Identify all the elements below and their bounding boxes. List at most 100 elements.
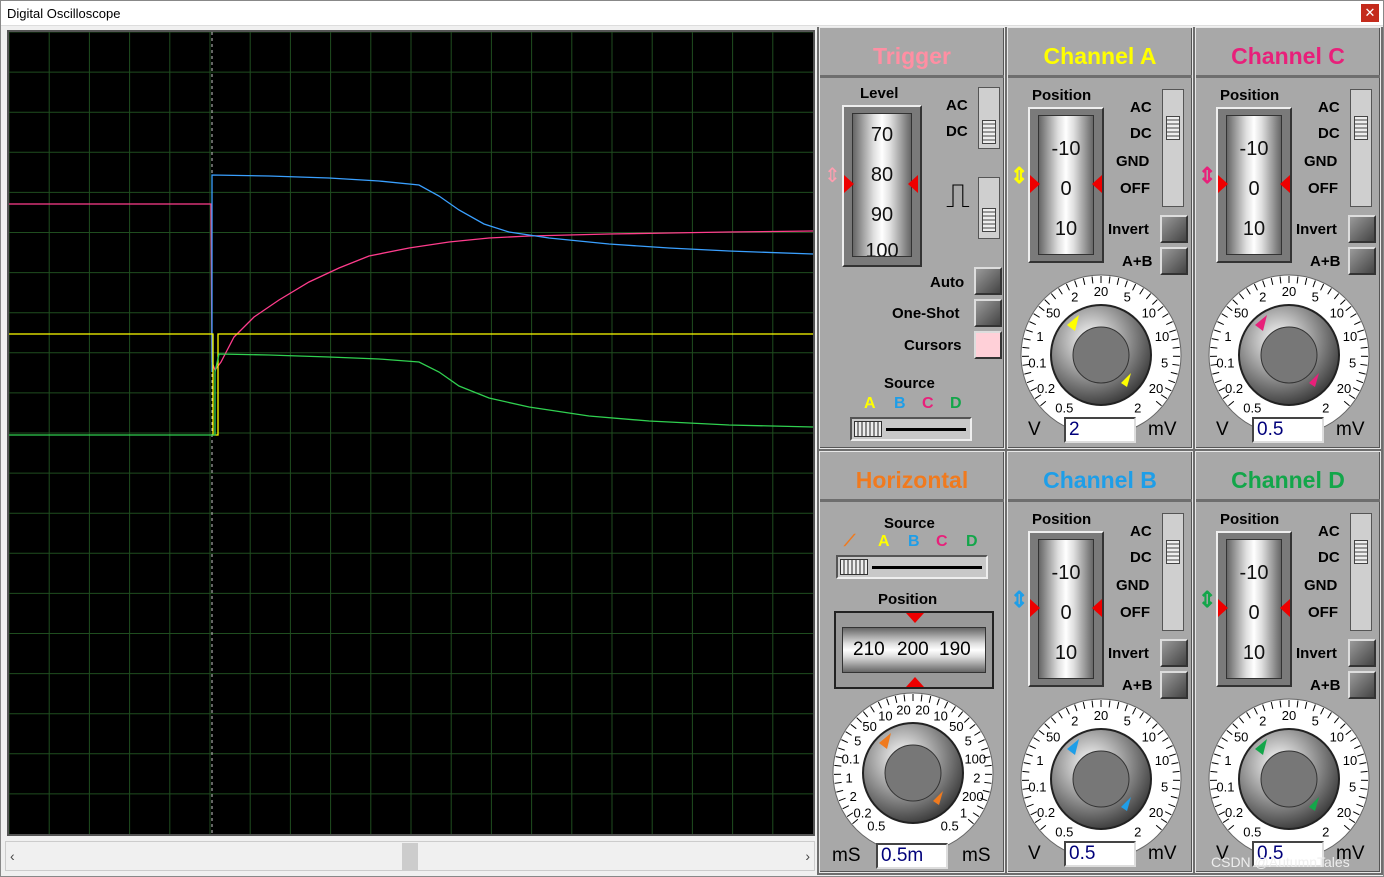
timebase-knob[interactable]: 0.50.2210.155010 20 20 10505100220010.5 <box>820 689 1006 869</box>
dial-label: 2 <box>1259 714 1266 729</box>
position-label: Position <box>1032 511 1092 528</box>
dial-label: 0.2 <box>853 805 871 820</box>
dial-label: 20 <box>1149 381 1163 396</box>
dial-label: 20 <box>915 703 929 718</box>
horizontal-title: Horizontal <box>820 452 1004 502</box>
position-marker-icon <box>1280 599 1290 617</box>
dial-tick <box>834 764 842 767</box>
dial-label: 1 <box>1036 753 1043 768</box>
trace-channel-b <box>211 174 813 372</box>
trigger-coupling-switch[interactable] <box>978 87 1000 149</box>
dial-label: 100 <box>964 751 986 766</box>
unit-right-label: mS <box>962 845 991 866</box>
trigger-source-slider[interactable] <box>850 417 972 441</box>
position-marker-icon <box>1092 175 1102 193</box>
horizontal-position-drum[interactable]: 210 200 190 <box>834 611 994 689</box>
watermark: CSDN @AutumnTales <box>1211 854 1350 870</box>
coupling-switch[interactable] <box>1350 89 1372 207</box>
off-label: OFF <box>1120 604 1150 621</box>
trigger-edge-switch[interactable] <box>978 177 1000 239</box>
level-value: 70 <box>870 124 894 146</box>
title-bar: Digital Oscilloscope ✕ <box>1 1 1383 26</box>
dial-tick <box>1022 346 1030 349</box>
auto-label: Auto <box>930 274 965 291</box>
one-shot-button[interactable] <box>974 299 1002 327</box>
scroll-left-icon[interactable]: ‹ <box>10 848 15 864</box>
ac-label: AC <box>1318 99 1340 116</box>
off-label: OFF <box>1308 180 1338 197</box>
trigger-title: Trigger <box>820 28 1004 78</box>
dial-label: 50 <box>1234 729 1248 744</box>
channel-b-section: Channel B Position -10 0 10 ⇕ AC DC GND … <box>1007 451 1193 873</box>
timebase-value-field[interactable]: 0.5m <box>876 843 948 869</box>
dial-label: 0.1 <box>1028 355 1046 370</box>
invert-label: Invert <box>1296 645 1337 662</box>
horizontal-source-slider[interactable] <box>836 555 988 579</box>
position-marker-icon <box>1218 175 1228 193</box>
gnd-label: GND <box>1116 577 1150 594</box>
window-title: Digital Oscilloscope <box>7 6 121 21</box>
volts-div-knob[interactable]: 0.50.2 0.1 150 2 20 5 10 10 5 20 2 <box>1008 695 1194 855</box>
dc-label: DC <box>946 123 968 140</box>
volts-div-knob[interactable]: 0.50.2 0.1 150 2 20 5 10 10 5 20 2 <box>1196 271 1382 431</box>
volts-div-value-field[interactable]: 0.5 <box>1252 417 1324 443</box>
aplusb-label: A+B <box>1122 253 1153 270</box>
pos-value: 10 <box>1054 642 1078 664</box>
scroll-right-icon[interactable]: › <box>805 848 810 864</box>
dial-label: 10 <box>1142 305 1156 320</box>
source-d: D <box>950 395 962 412</box>
dial-label: 2 <box>1322 824 1329 839</box>
unit-left-label: V <box>1216 419 1229 440</box>
invert-button[interactable] <box>1160 215 1188 243</box>
horizontal-scrollbar[interactable]: ‹ › <box>5 841 815 871</box>
volts-div-value-field[interactable]: 2 <box>1064 417 1136 443</box>
level-marker-left-icon <box>844 175 854 193</box>
dial-label: 10 <box>1155 329 1169 344</box>
ramp-icon: ⟋ <box>844 533 856 550</box>
dial-tick <box>1360 346 1368 349</box>
level-value: 100 <box>865 240 899 256</box>
channel-title: Channel A <box>1008 28 1192 78</box>
invert-button[interactable] <box>1160 639 1188 667</box>
dial-label: 2 <box>973 770 980 785</box>
one-shot-label: One-Shot <box>892 305 960 322</box>
pos-value: -10 <box>1239 562 1269 584</box>
dial-label: 10 <box>1142 729 1156 744</box>
trigger-source-label: Source <box>884 375 935 392</box>
volts-div-value-field[interactable]: 0.5 <box>1064 841 1136 867</box>
coupling-switch[interactable] <box>1162 89 1184 207</box>
volts-div-knob[interactable]: 0.50.2 0.1 150 2 20 5 10 10 5 20 2 <box>1008 271 1194 431</box>
close-icon[interactable]: ✕ <box>1361 4 1379 22</box>
invert-label: Invert <box>1108 221 1149 238</box>
invert-label: Invert <box>1296 221 1337 238</box>
dial-tick <box>1172 346 1180 349</box>
dial-label: 10 <box>1343 329 1357 344</box>
horizontal-pos-value: 190 <box>939 639 971 660</box>
dial-label: 10 <box>1343 753 1357 768</box>
channel-title: Channel C <box>1196 28 1380 78</box>
dial-label: 10 <box>1155 753 1169 768</box>
dial-label: 0.1 <box>842 751 860 766</box>
auto-button[interactable] <box>974 267 1002 295</box>
volts-div-knob[interactable]: 0.50.2 0.1 150 2 20 5 10 10 5 20 2 <box>1196 695 1382 855</box>
updown-arrow-icon: ⇕ <box>1198 163 1217 188</box>
level-marker-right-icon <box>908 175 918 193</box>
horizontal-position-label: Position <box>878 591 938 608</box>
scroll-thumb[interactable] <box>402 843 418 870</box>
channel-title: Channel D <box>1196 452 1380 502</box>
dial-label: 200 <box>962 789 984 804</box>
pos-value: 0 <box>1248 178 1260 200</box>
control-panel: Trigger Level 70 80 90 100 ⇕ AC DC ⎍ Aut… <box>817 27 1383 875</box>
knob-center <box>1072 326 1130 384</box>
horizontal-pos-value: 200 <box>897 639 929 660</box>
coupling-switch[interactable] <box>1350 513 1372 631</box>
cursors-button[interactable] <box>974 331 1002 359</box>
invert-button[interactable] <box>1348 639 1376 667</box>
invert-button[interactable] <box>1348 215 1376 243</box>
level-value: 90 <box>870 204 894 226</box>
dial-label: 1 <box>960 805 967 820</box>
dial-label: 2 <box>1071 714 1078 729</box>
level-value: 80 <box>870 164 894 186</box>
dial-label: 2 <box>1071 290 1078 305</box>
coupling-switch[interactable] <box>1162 513 1184 631</box>
